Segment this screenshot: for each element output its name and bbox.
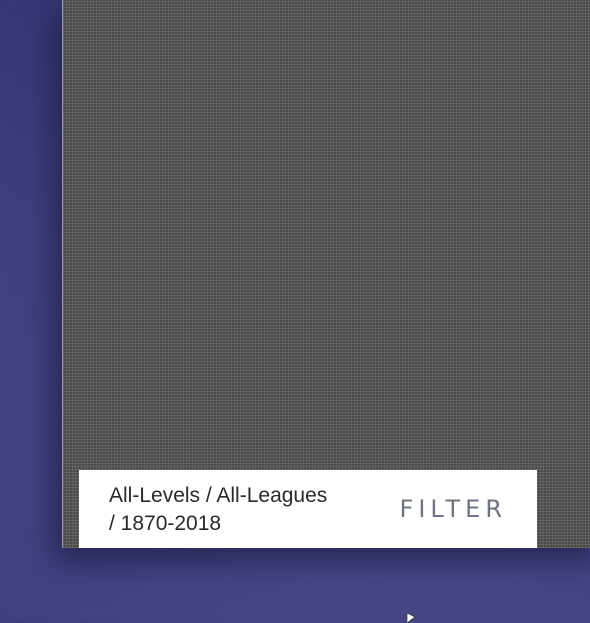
filter-button[interactable]: FILTER xyxy=(400,495,507,523)
filter-summary-line-1: All-Levels / All-Leagues xyxy=(109,484,328,507)
app-window xyxy=(62,0,590,548)
filter-summary: All-Levels / All-Leagues / 1870-2018 xyxy=(109,480,400,538)
pointer-cursor-icon xyxy=(406,613,416,623)
filter-summary-line-2: / 1870-2018 xyxy=(109,512,222,535)
filter-bar: All-Levels / All-Leagues / 1870-2018 FIL… xyxy=(79,470,537,548)
